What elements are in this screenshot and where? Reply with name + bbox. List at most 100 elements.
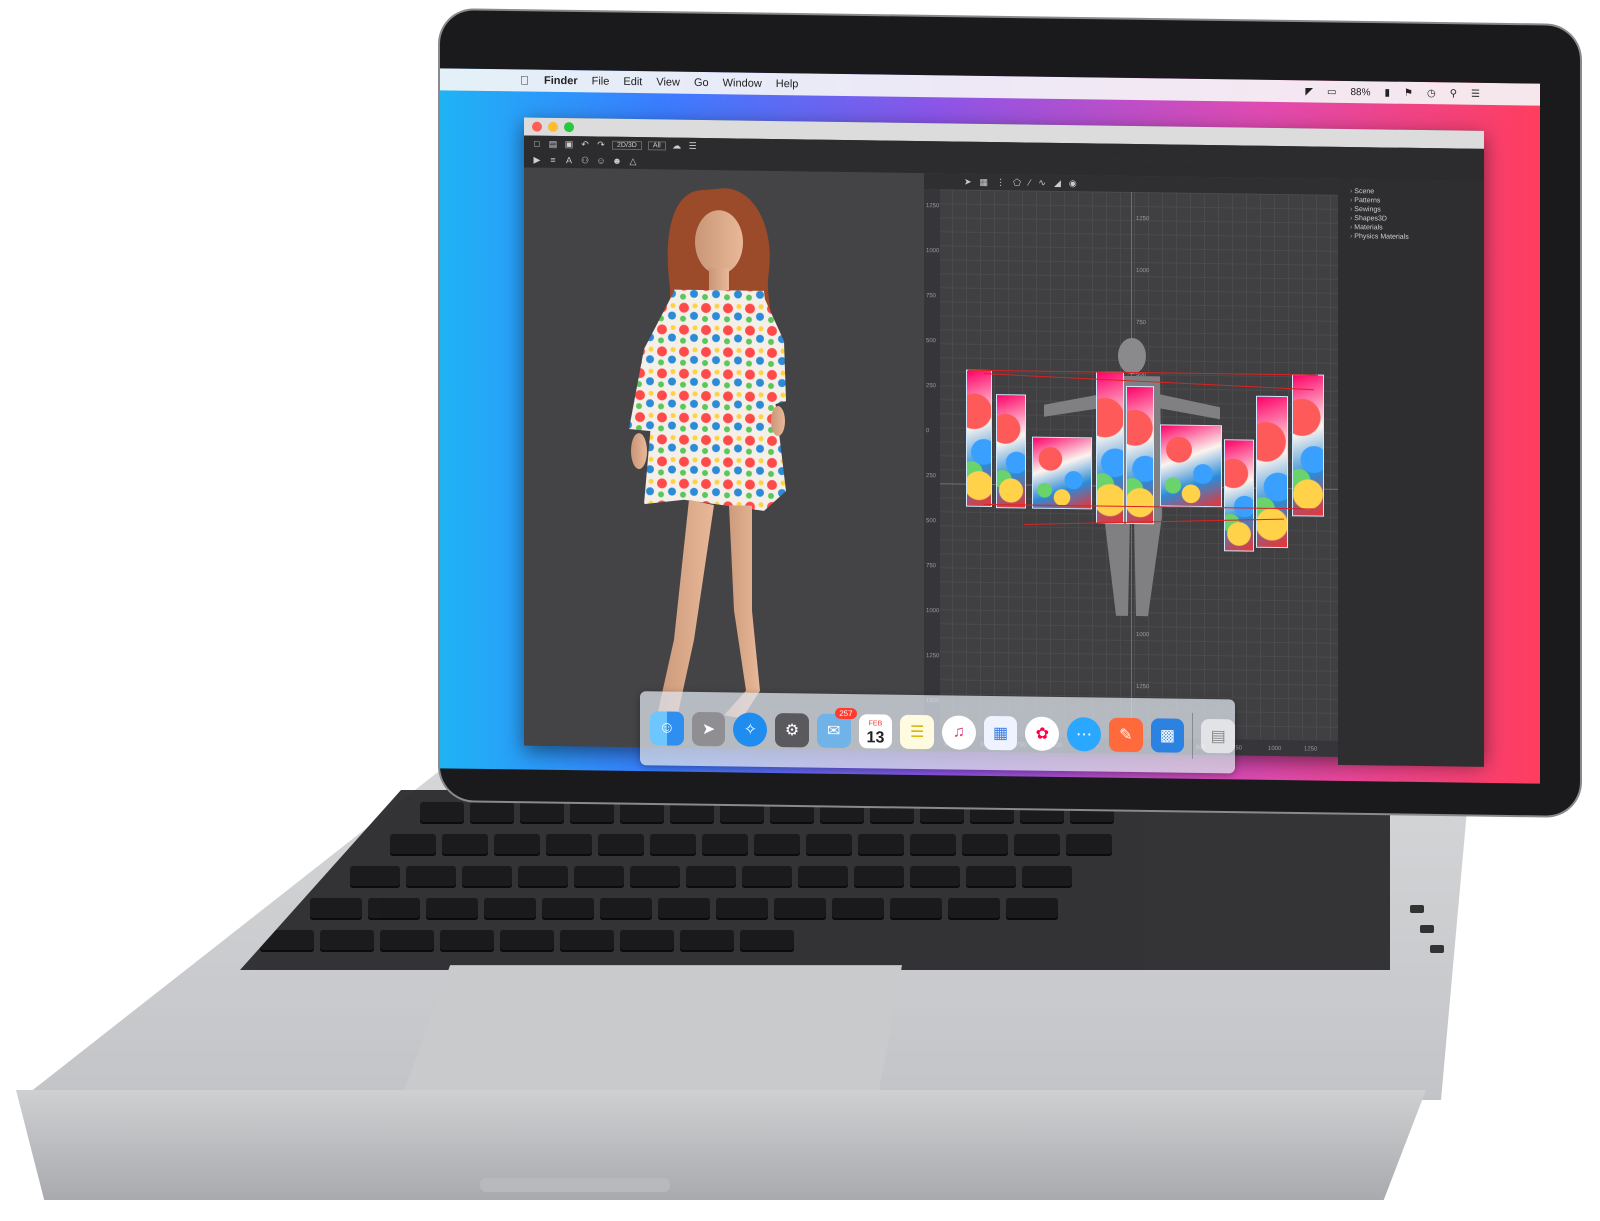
system-preferences-icon[interactable]: ⚙ [775,713,809,748]
list-icon[interactable]: ☰ [688,141,698,151]
keyboard-key[interactable] [770,802,814,824]
minimize-button[interactable] [548,121,558,132]
launchpad-icon[interactable]: ➤ [691,711,726,747]
segment-icon[interactable]: ⋮ [996,177,1005,188]
notes-icon[interactable]: ☰ [900,714,935,750]
view-mode-select[interactable]: 2D/3D [612,140,642,150]
keyboard-key[interactable] [520,802,564,824]
keyboard-key[interactable] [650,834,696,856]
keyboard-key[interactable] [962,834,1008,856]
battery-percent[interactable]: 88% [1350,87,1370,98]
keyboard-key[interactable] [542,898,594,920]
sewing-icon[interactable]: ◢ [1054,177,1061,188]
keyboard-key[interactable] [658,898,710,920]
redo-icon[interactable]: ↷ [596,139,606,150]
keyboard-key[interactable] [854,866,904,888]
keyboard-key[interactable] [420,802,464,824]
airplay-icon[interactable]: ▭ [1327,86,1336,97]
menu-window[interactable]: Window [723,77,762,90]
keyboard-key[interactable] [494,834,540,856]
menu-app-name[interactable]: Finder [544,75,578,87]
select-icon[interactable]: ➤ [964,176,972,187]
menu-help[interactable]: Help [776,78,799,90]
save-icon[interactable]: ▣ [564,139,574,149]
curve-icon[interactable]: ∿ [1038,177,1046,188]
keyboard-key[interactable] [600,898,652,920]
notification-center-icon[interactable]: ☰ [1471,88,1480,99]
keyboard-key[interactable] [574,866,624,888]
keyboard-key[interactable] [630,866,680,888]
pattern-piece[interactable] [1292,374,1324,517]
pattern-piece[interactable] [1160,424,1222,508]
apple-icon[interactable]:  [520,73,534,87]
keyboard-key[interactable] [570,802,614,824]
keyboard-key[interactable] [720,802,764,824]
keyboard-key[interactable] [620,802,664,824]
play-icon[interactable]: ▶ [532,155,542,165]
menu-go[interactable]: Go [694,77,709,89]
polygon-icon[interactable]: ⬠ [1013,177,1021,188]
keyboard-key[interactable] [440,930,494,952]
keyboard-key[interactable] [484,898,536,920]
filter-select[interactable]: All [647,140,666,150]
keyboard-key[interactable] [948,898,1000,920]
2d-pattern-window[interactable]: ➤ ▦ ⋮ ⬠ ∕ ∿ ◢ ◉ 1250 1000 750 500 250 0 250 500… [924,173,1338,757]
keyboard-key[interactable] [1066,834,1112,856]
keyboard-key[interactable] [368,898,420,920]
cloud-icon[interactable]: ☁ [672,141,682,151]
pose-icon[interactable]: ☻ [612,156,622,166]
open-folder-icon[interactable]: ▤ [548,139,558,149]
keyboard-key[interactable] [774,898,826,920]
keyboard-key[interactable] [798,866,848,888]
keyboard-key[interactable] [426,898,478,920]
finder-icon[interactable]: ☺ [650,711,684,746]
flag-icon[interactable]: ⚑ [1404,87,1413,98]
line-icon[interactable]: ∕ [1029,178,1031,188]
keyboard-key[interactable] [462,866,512,888]
zoom-button[interactable] [564,122,574,133]
keyboard-key[interactable] [620,930,674,952]
keyboard-key[interactable] [546,834,592,856]
keyboard-key[interactable] [310,898,362,920]
keyboard-key[interactable] [754,834,800,856]
keyboard-key[interactable] [680,930,734,952]
keyboard-key[interactable] [406,866,456,888]
keyboard-key[interactable] [910,866,960,888]
keyboard-key[interactable] [390,834,436,856]
keyboard-key[interactable] [598,834,644,856]
text-icon[interactable]: A [564,155,574,165]
undo-icon[interactable]: ↶ [580,139,590,149]
mail-icon[interactable]: ✉ 257 [816,707,857,749]
menu-view[interactable]: View [656,76,680,88]
keyboard-key[interactable] [910,834,956,856]
close-button[interactable] [532,121,542,132]
pattern-piece[interactable] [966,369,992,508]
safari-icon[interactable]: ✧ [733,712,768,747]
keynote-icon[interactable]: ▩ [1150,718,1185,753]
battery-icon[interactable]: ▮ [1384,87,1390,98]
keyboard-key[interactable] [350,866,400,888]
pattern-piece[interactable] [1256,395,1288,549]
keyboard-key[interactable] [740,930,794,952]
pages-icon[interactable]: ✎ [1108,717,1143,753]
trash-icon[interactable]: ▤ [1201,718,1236,754]
itunes-icon[interactable]: ♫ [942,715,976,750]
keyboard-key[interactable] [500,930,554,952]
transform-icon[interactable]: ▦ [980,176,989,187]
keyboard-key[interactable] [716,898,768,920]
keyboard-key[interactable] [670,802,714,824]
keyboard-key[interactable] [1014,834,1060,856]
keyboard-key[interactable] [442,834,488,856]
clock-icon[interactable]: ◷ [1427,88,1436,99]
keyboard-key[interactable] [380,930,434,952]
keyboard-key[interactable] [1022,866,1072,888]
keyboard-key[interactable] [470,802,514,824]
tree-item-physics-materials[interactable]: Physics Materials [1338,232,1484,243]
pattern-piece[interactable] [996,394,1026,509]
keyboard-key[interactable] [890,898,942,920]
keyboard-key[interactable] [320,930,374,952]
garment-icon[interactable]: ⚇ [580,155,590,165]
search-icon[interactable]: ⚲ [1450,88,1457,99]
pin-icon[interactable]: ◉ [1069,178,1077,189]
keyboard-key[interactable] [832,898,884,920]
